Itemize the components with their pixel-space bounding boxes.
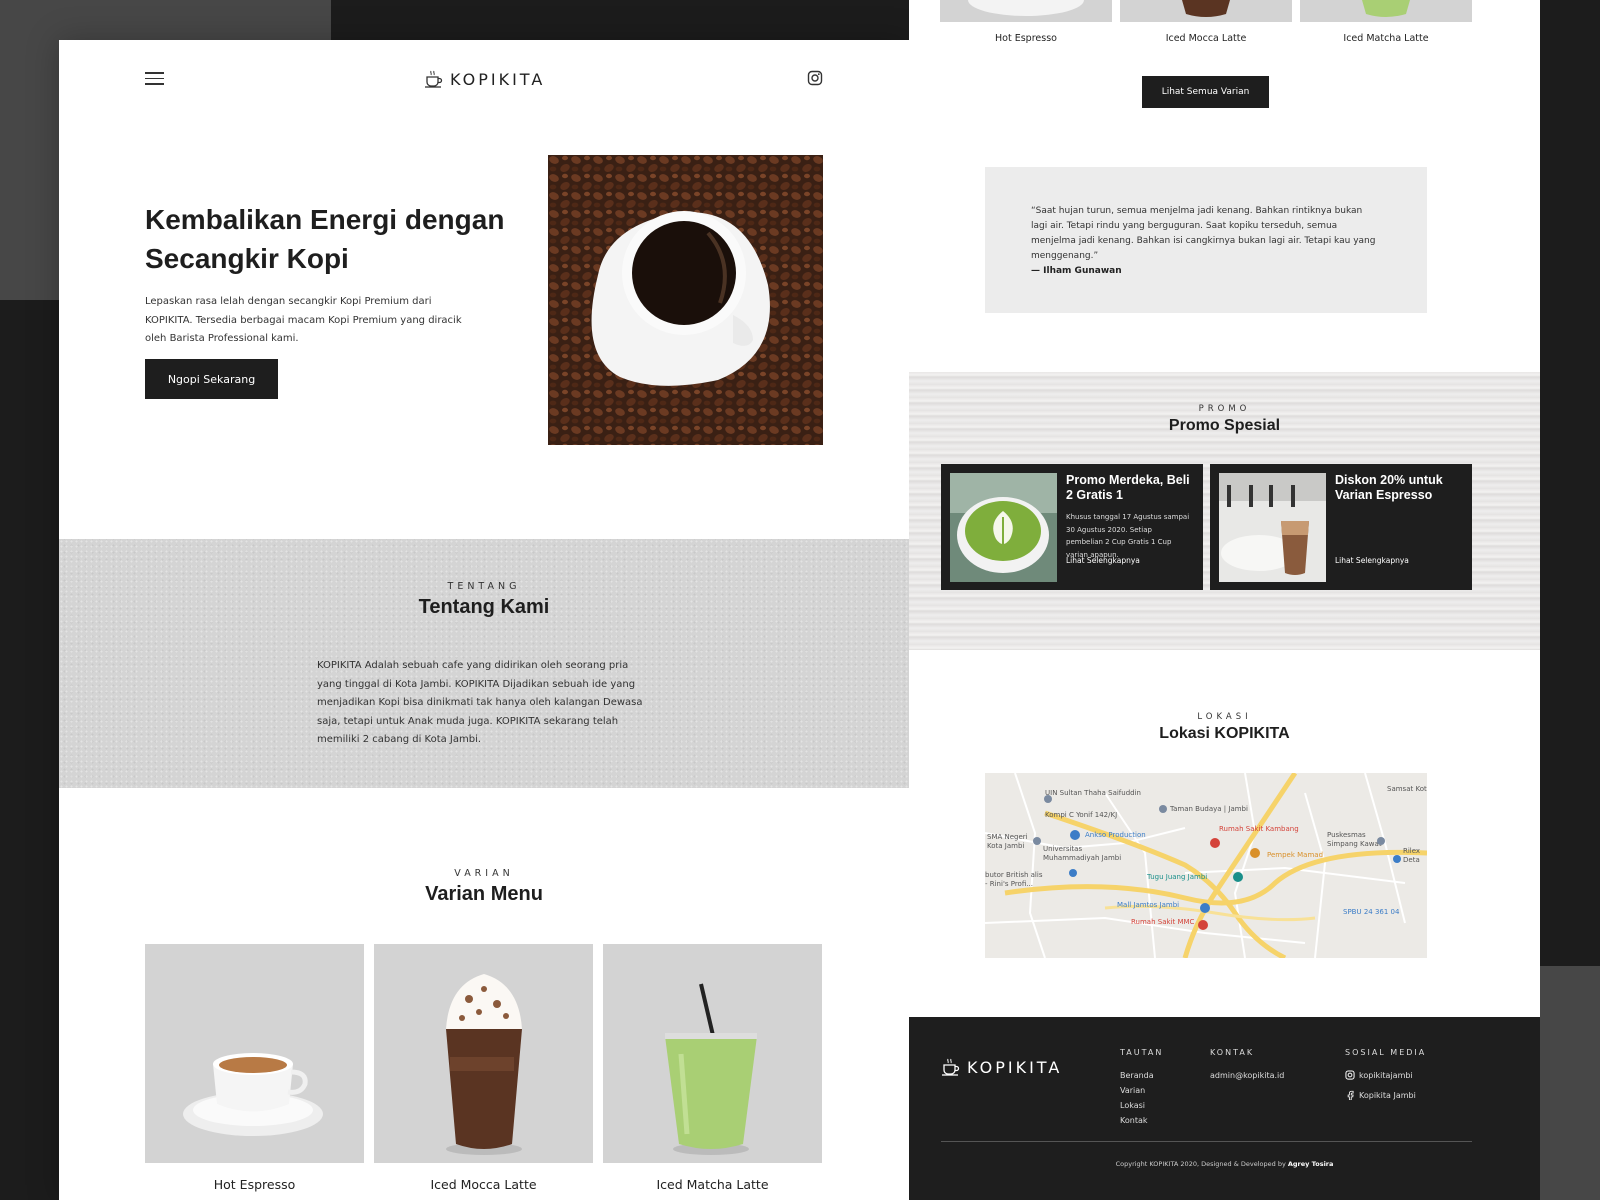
hero-title: Kembalikan Energi dengan Secangkir Kopi — [145, 204, 505, 274]
footer-link-beranda[interactable]: Beranda — [1120, 1071, 1154, 1080]
footer-instagram-link[interactable]: kopikitajambi — [1359, 1071, 1413, 1080]
promo-card-link[interactable]: Lihat Selengkapnya — [1066, 556, 1140, 565]
menu-name: Iced Matcha Latte — [656, 1177, 769, 1192]
footer-link-varian[interactable]: Varian — [1120, 1086, 1145, 1095]
footer-links-heading: TAUTAN — [1120, 1048, 1164, 1057]
iced-coffee-image — [1219, 473, 1326, 582]
menu-card-iced-matcha-latte[interactable] — [603, 944, 822, 1163]
footer-copyright: Copyright KOPIKITA 2020, Designed & Deve… — [909, 1160, 1540, 1168]
menu-thumb-iced-mocca-latte[interactable] — [1120, 0, 1292, 22]
footer-contact-heading: KONTAK — [1210, 1048, 1255, 1057]
coffee-cup-icon — [425, 70, 443, 88]
promo-card-title: Promo Merdeka, Beli 2 Gratis 1 — [1066, 473, 1190, 502]
footer-divider — [941, 1141, 1472, 1142]
menu-title: Varian Menu — [425, 883, 543, 905]
menu-name: Iced Mocca Latte — [430, 1177, 537, 1192]
about-title: Tentang Kami — [418, 596, 550, 618]
footer: KOPIKITA TAUTAN Beranda Varian Lokasi Ko… — [909, 1017, 1540, 1200]
promo-section: PROMO Promo Spesial Promo Merdeka, Beli … — [909, 372, 1540, 650]
promo-card-merdeka[interactable]: Promo Merdeka, Beli 2 Gratis 1 Khusus ta… — [941, 464, 1203, 590]
footer-email-link[interactable]: admin@kopikita.id — [1210, 1071, 1284, 1080]
hero-coffee-image — [548, 155, 823, 445]
about-section: TENTANG Tentang Kami KOPIKITA Adalah seb… — [59, 539, 909, 788]
location-eyebrow: LOKASI — [1197, 712, 1252, 722]
footer-facebook-link[interactable]: Kopikita Jambi — [1359, 1091, 1416, 1100]
developer-name: Agrey Tosira — [1287, 1160, 1334, 1168]
location-map[interactable]: UIN Sultan Thaha Saifuddin Kompi C Yonif… — [985, 773, 1427, 958]
footer-social-heading: SOSIAL MEDIA — [1345, 1048, 1427, 1057]
footer-logo[interactable]: KOPIKITA — [941, 1057, 1062, 1077]
brand-name: KOPIKITA — [450, 69, 546, 89]
menu-eyebrow: VARIAN — [454, 868, 514, 879]
testimonial-quote: “Saat hujan turun, semua menjelma jadi k… — [985, 167, 1427, 313]
about-eyebrow: TENTANG — [447, 581, 521, 592]
promo-card-link[interactable]: Lihat Selengkapnya — [1335, 556, 1409, 565]
about-text: KOPIKITA Adalah sebuah cafe yang didirik… — [317, 660, 643, 745]
promo-eyebrow: PROMO — [1198, 404, 1251, 414]
menu-name: Hot Espresso — [995, 33, 1057, 44]
menu-name: Hot Espresso — [213, 1177, 296, 1192]
footer-link-kontak[interactable]: Kontak — [1120, 1116, 1147, 1125]
promo-title: Promo Spesial — [1168, 417, 1281, 434]
navbar: KOPIKITA — [59, 40, 909, 120]
menu-thumb-iced-matcha-latte[interactable] — [1300, 0, 1472, 22]
quote-author: — Ilham Gunawan — [1031, 266, 1122, 276]
hamburger-menu-icon[interactable] — [145, 72, 164, 85]
lihat-semua-varian-button[interactable]: Lihat Semua Varian — [1142, 76, 1269, 108]
promo-card-description: Khusus tanggal 17 Agustus sampai 30 Agus… — [1066, 513, 1190, 559]
footer-brand-name: KOPIKITA — [967, 1057, 1063, 1077]
hero-description: Lepaskan rasa lelah dengan secangkir Kop… — [145, 296, 462, 344]
quote-text: “Saat hujan turun, semua menjelma jadi k… — [1031, 206, 1376, 261]
map-pin-icon — [1033, 795, 1401, 930]
menu-card-hot-espresso[interactable] — [145, 944, 364, 1163]
ngopi-sekarang-button[interactable]: Ngopi Sekarang — [145, 359, 278, 399]
matcha-latte-image — [950, 473, 1057, 582]
promo-card-diskon-espresso[interactable]: Diskon 20% untuk Varian Espresso Lihat S… — [1210, 464, 1472, 590]
promo-card-title: Diskon 20% untuk Varian Espresso — [1335, 473, 1443, 502]
background-block — [1540, 966, 1600, 1200]
menu-card-iced-mocca-latte[interactable] — [374, 944, 593, 1163]
landing-page-top: KOPIKITA Kembalikan Energi dengan Secang… — [59, 40, 909, 1200]
menu-name: Iced Matcha Latte — [1343, 33, 1429, 44]
coffee-cup-icon — [942, 1058, 960, 1076]
menu-name: Iced Mocca Latte — [1165, 33, 1247, 44]
location-title: Lokasi KOPIKITA — [1159, 725, 1290, 742]
footer-link-lokasi[interactable]: Lokasi — [1120, 1101, 1145, 1110]
brand-logo[interactable]: KOPIKITA — [424, 66, 545, 92]
facebook-icon — [1347, 1090, 1354, 1100]
instagram-icon[interactable] — [807, 70, 823, 86]
copyright-text: Copyright KOPIKITA 2020, Designed & Deve… — [1115, 1160, 1286, 1168]
instagram-icon — [1345, 1070, 1355, 1080]
menu-thumb-hot-espresso[interactable] — [940, 0, 1112, 22]
landing-page-bottom: Hot Espresso Iced Mocca Latte Iced Match… — [909, 0, 1540, 1200]
